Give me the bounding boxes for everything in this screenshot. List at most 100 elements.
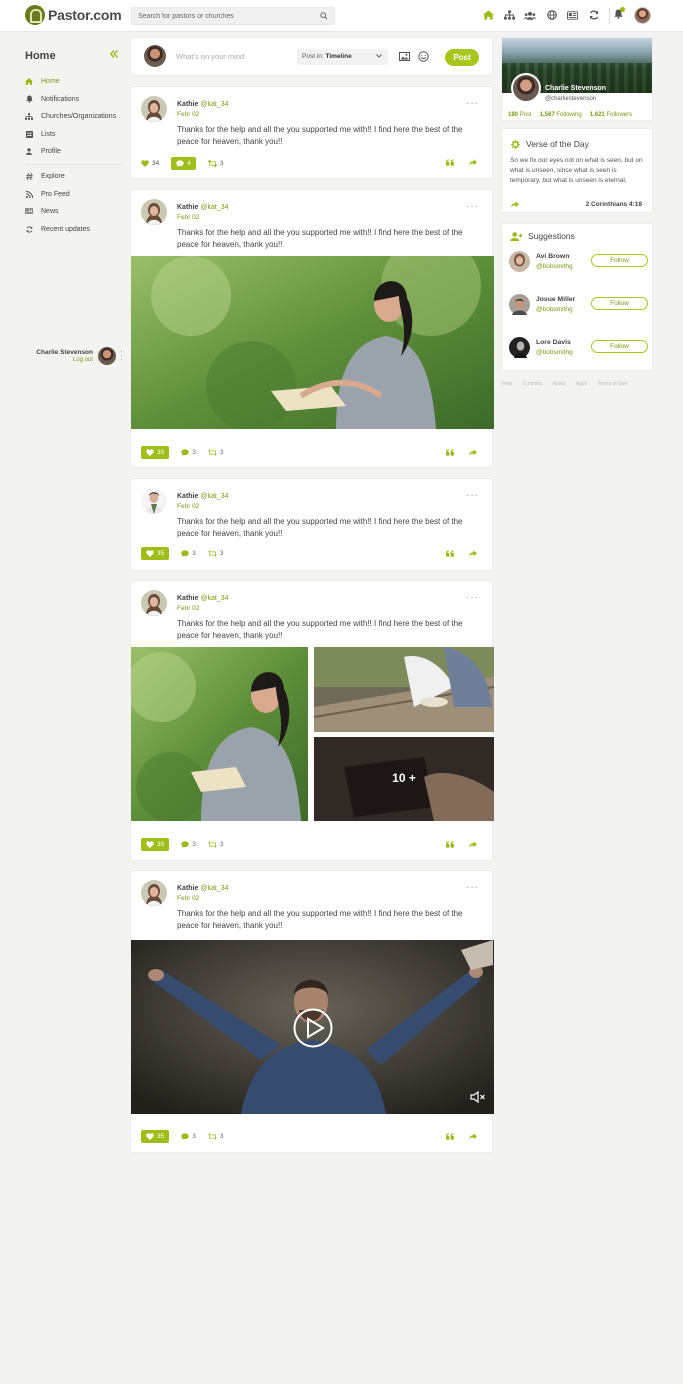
play-icon[interactable] [293, 1008, 333, 1048]
like-button[interactable]: 35 [141, 547, 170, 560]
suggestion-name[interactable]: Josue Miller [536, 296, 575, 303]
news-icon[interactable] [567, 9, 579, 21]
more-vertical-icon[interactable]: · · · [120, 348, 123, 364]
post-author[interactable]: Kathie @kat_34 [177, 595, 229, 602]
verse-title-text: Verse of the Day [526, 139, 589, 149]
following-stat[interactable]: 1,587 Following [540, 112, 582, 118]
quote-icon[interactable] [446, 449, 454, 456]
mute-icon[interactable] [470, 1091, 486, 1103]
sidebar-item-notifications[interactable]: Notifications [25, 93, 79, 105]
sidebar-item-label: Profile [41, 147, 61, 155]
post-author[interactable]: Kathie @kat_34 [177, 204, 229, 211]
like-button[interactable]: 35 [141, 446, 170, 459]
comment-button[interactable]: 3 [181, 547, 196, 560]
search-input[interactable] [132, 8, 312, 24]
avatar[interactable] [509, 294, 530, 315]
repost-button[interactable]: 3 [208, 547, 223, 560]
post-author[interactable]: Kathie @kat_34 [177, 885, 229, 892]
footer-link[interactable]: About [553, 381, 566, 387]
share-icon[interactable] [469, 841, 477, 848]
avatar[interactable] [634, 7, 651, 24]
logout-link[interactable]: Log out [73, 357, 93, 363]
sidebar-item-explore[interactable]: Explore [25, 170, 65, 182]
gallery-image[interactable] [314, 647, 494, 732]
share-icon[interactable] [469, 159, 477, 166]
quote-icon[interactable] [446, 841, 454, 848]
follow-button[interactable]: Follow [591, 297, 648, 310]
bell-icon[interactable] [614, 7, 625, 19]
image-icon[interactable] [399, 52, 410, 61]
logo[interactable]: Pastor.com [25, 5, 122, 25]
home-icon[interactable] [482, 9, 494, 21]
like-button[interactable]: 35 [141, 1130, 170, 1143]
quote-icon[interactable] [446, 1133, 454, 1140]
post-image[interactable] [131, 256, 494, 429]
quote-icon[interactable] [446, 550, 454, 557]
suggestion-name[interactable]: Lore Davis [536, 339, 571, 346]
posts-stat[interactable]: 180 Post [508, 112, 532, 118]
comment-button[interactable]: 3 [181, 446, 196, 459]
sidebar-item-profile[interactable]: Profile [25, 145, 61, 157]
post-author[interactable]: Kathie @kat_34 [177, 493, 229, 500]
more-icon[interactable]: ··· [466, 98, 479, 109]
avatar[interactable] [141, 199, 167, 225]
follow-button[interactable]: Follow [591, 340, 648, 353]
share-icon[interactable] [469, 449, 477, 456]
avatar[interactable] [98, 347, 116, 365]
quote-icon[interactable] [446, 159, 454, 166]
more-icon[interactable]: ··· [466, 882, 479, 893]
like-button[interactable]: 34 [141, 157, 159, 170]
sidebar-item-news[interactable]: News [25, 205, 59, 217]
avatar[interactable] [511, 73, 541, 103]
footer-link[interactable]: Help [502, 381, 512, 387]
sidebar-item-recent-updates[interactable]: Recent updates [25, 223, 90, 235]
collapse-icon[interactable] [110, 50, 118, 58]
avatar[interactable] [141, 590, 167, 616]
follow-button[interactable]: Follow [591, 254, 648, 267]
users-icon[interactable] [524, 9, 537, 21]
emoji-icon[interactable] [418, 51, 429, 62]
repost-button[interactable]: 3 [208, 838, 223, 851]
footer-link[interactable]: Commits [523, 381, 543, 387]
repost-button[interactable]: 3 [208, 1130, 223, 1143]
like-button[interactable]: 35 [141, 838, 170, 851]
post-author[interactable]: Kathie @kat_34 [177, 101, 229, 108]
comment-button[interactable]: 3 [181, 838, 196, 851]
repost-button[interactable]: 3 [207, 157, 223, 170]
avatar[interactable] [509, 251, 530, 272]
sidebar-item-pro-feed[interactable]: Pro Feed [25, 188, 70, 200]
hashtag-icon [25, 172, 33, 180]
footer-link[interactable]: Terms of Sale [597, 381, 628, 387]
sidebar-item-lists[interactable]: Lists [25, 128, 55, 140]
share-icon[interactable] [469, 550, 477, 557]
sidebar-item-home[interactable]: Home [25, 75, 60, 87]
search-icon[interactable] [314, 8, 334, 24]
share-icon[interactable] [511, 201, 519, 208]
avatar[interactable] [141, 880, 167, 906]
avatar[interactable] [141, 96, 167, 122]
refresh-icon[interactable] [588, 9, 600, 21]
sidebar-item-churches[interactable]: Churches/Organizations [25, 110, 116, 122]
more-icon[interactable]: ··· [466, 201, 479, 212]
comment-button[interactable]: 3 [181, 1130, 196, 1143]
composer-input[interactable]: What's on your mind [176, 52, 244, 61]
more-icon[interactable]: ··· [466, 490, 479, 501]
gallery-image[interactable] [131, 647, 308, 821]
share-icon[interactable] [469, 1133, 477, 1140]
followers-stat[interactable]: 1,621 Followers [590, 112, 632, 118]
repost-button[interactable]: 3 [208, 446, 223, 459]
avatar[interactable] [509, 337, 530, 358]
org-chart-icon[interactable] [503, 9, 515, 21]
suggestion-name[interactable]: Avi Brown [536, 253, 569, 260]
comment-button[interactable]: 4 [171, 157, 196, 170]
profile-name[interactable]: Charlie Stevenson [545, 85, 606, 92]
more-icon[interactable]: ··· [466, 592, 479, 603]
globe-icon[interactable] [546, 9, 558, 21]
avatar[interactable] [141, 488, 167, 514]
post-button[interactable]: Post [445, 49, 479, 66]
gallery-image[interactable]: 10 + [314, 737, 494, 821]
sidebar-title: Home [25, 50, 56, 62]
post-video[interactable] [131, 940, 494, 1114]
post-in-select[interactable]: Post in: Timeline [297, 49, 388, 65]
footer-link[interactable]: Apps [576, 381, 587, 387]
